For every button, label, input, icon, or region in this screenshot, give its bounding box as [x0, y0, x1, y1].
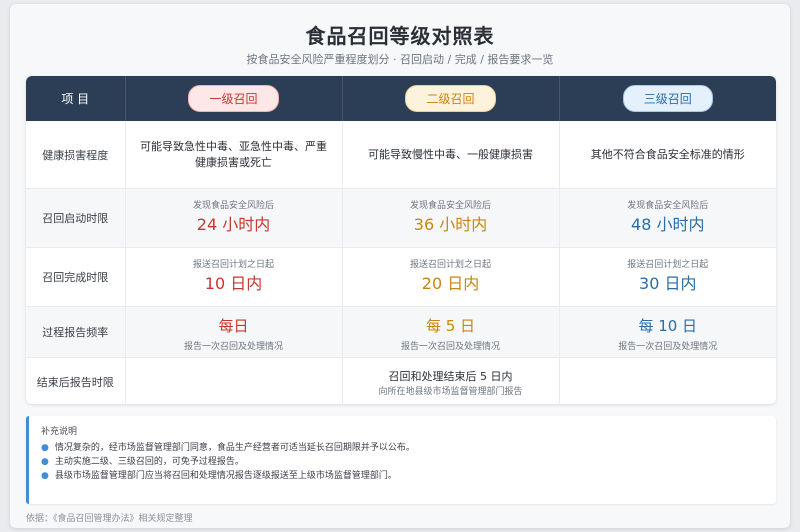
report-note: 报告一次召回及处理情况 — [618, 341, 718, 352]
start-level-2: 发现食品安全风险后 36 小时内 — [342, 188, 560, 248]
bullet-icon: ● — [41, 457, 49, 467]
recall-level-table: 项 目 一级召回 二级召回 三级召回 健康损害程度 可能导致急性中毒、亚急性中毒… — [26, 76, 776, 404]
start-value: 48 小时内 — [631, 214, 705, 234]
closing-value: 召回和处理结束后 5 日内 — [388, 369, 513, 383]
table-row-report: 过程报告频率 每日 报告一次召回及处理情况 每 5 日 报告一次召回及处理情况 … — [26, 306, 776, 358]
row-label-complete: 召回完成时限 — [26, 247, 126, 307]
list-item: ● 主动实施二级、三级召回的，可免予过程报告。 — [41, 457, 244, 467]
table-row-start: 召回启动时限 发现食品安全风险后 24 小时内 发现食品安全风险后 36 小时内… — [26, 188, 776, 248]
complete-level-3: 报送召回计划之日起 30 日内 — [559, 247, 776, 307]
complete-level-2: 报送召回计划之日起 20 日内 — [342, 247, 560, 307]
bullet-icon: ● — [41, 471, 49, 481]
start-note: 发现食品安全风险后 — [409, 200, 491, 211]
list-item: ● 情况复杂的，经市场监督管理部门同意，食品生产经营者可适当延长召回期限并予以公布… — [41, 443, 415, 453]
closing-level-3 — [559, 357, 776, 404]
comparison-table: 项 目 一级召回 二级召回 三级召回 健康损害程度 可能导致急性中毒、亚急性中毒… — [26, 76, 776, 404]
row-label-start: 召回启动时限 — [26, 188, 126, 248]
complete-note: 报送召回计划之日起 — [409, 259, 491, 270]
start-level-3: 发现食品安全风险后 48 小时内 — [559, 188, 776, 248]
report-level-1: 每日 报告一次召回及处理情况 — [125, 306, 343, 358]
report-note: 报告一次召回及处理情况 — [183, 341, 283, 352]
start-note: 发现食品安全风险后 — [627, 200, 709, 211]
table-row-health: 健康损害程度 可能导致急性中毒、亚急性中毒、严重健康损害或死亡 可能导致慢性中毒… — [26, 121, 776, 189]
report-value: 每 10 日 — [638, 316, 698, 335]
header-level-1: 一级召回 — [125, 76, 343, 121]
page-title: 食品召回等级对照表 — [305, 24, 495, 48]
complete-note: 报送召回计划之日起 — [627, 259, 709, 270]
row-label-closing: 结束后报告时限 — [26, 357, 126, 404]
row-label-report: 过程报告频率 — [26, 306, 126, 358]
notes-title: 补充说明 — [41, 427, 78, 437]
complete-note: 报送召回计划之日起 — [192, 259, 274, 270]
level-3-badge: 三级召回 — [622, 85, 713, 112]
source-footnote: 依据：《食品召回管理办法》相关规定整理 — [26, 514, 193, 524]
report-level-2: 每 5 日 报告一次召回及处理情况 — [342, 306, 560, 358]
complete-value: 30 日内 — [639, 273, 697, 293]
health-level-2: 可能导致慢性中毒、一般健康损害 — [342, 121, 560, 189]
start-value: 24 小时内 — [196, 214, 271, 234]
complete-value: 20 日内 — [421, 273, 480, 293]
health-level-3: 其他不符合食品安全标准的情形 — [559, 121, 776, 189]
header-level-2: 二级召回 — [342, 76, 560, 121]
report-value: 每日 — [218, 316, 249, 335]
complete-value: 10 日内 — [204, 273, 263, 293]
report-level-3: 每 10 日 报告一次召回及处理情况 — [559, 306, 776, 358]
level-1-badge: 一级召回 — [188, 85, 279, 112]
list-item: ● 县级市场监督管理部门应当将召回和处理情况报告逐级报送至上级市场监督管理部门。 — [41, 471, 397, 481]
report-note: 报告一次召回及处理情况 — [400, 341, 500, 352]
start-value: 36 小时内 — [413, 214, 488, 234]
notes-box: 补充说明 ● 情况复杂的，经市场监督管理部门同意，食品生产经营者可适当延长召回期限… — [26, 416, 776, 504]
document-page: 食品召回等级对照表 按食品安全风险严重程度划分 · 召回启动 / 完成 / 报告… — [10, 4, 790, 528]
table-row-complete: 召回完成时限 报送召回计划之日起 10 日内 报送召回计划之日起 20 日内 报… — [26, 247, 776, 307]
closing-level-2: 召回和处理结束后 5 日内 向所在地县级市场监督管理部门报告 — [342, 357, 560, 404]
start-level-1: 发现食品安全风险后 24 小时内 — [125, 188, 343, 248]
start-note: 发现食品安全风险后 — [192, 200, 274, 211]
closing-level-1 — [125, 357, 343, 404]
page-subtitle: 按食品安全风险严重程度划分 · 召回启动 / 完成 / 报告要求一览 — [246, 53, 554, 66]
header-item-label: 项 目 — [26, 76, 126, 121]
table-row-closing: 结束后报告时限 召回和处理结束后 5 日内 向所在地县级市场监督管理部门报告 — [26, 357, 776, 404]
health-level-1: 可能导致急性中毒、亚急性中毒、严重健康损害或死亡 — [125, 121, 343, 189]
header-level-3: 三级召回 — [559, 76, 776, 121]
level-2-badge: 二级召回 — [405, 85, 496, 112]
table-header-row: 项 目 一级召回 二级召回 三级召回 — [26, 76, 776, 121]
bullet-icon: ● — [41, 443, 49, 453]
complete-level-1: 报送召回计划之日起 10 日内 — [125, 247, 343, 307]
closing-note: 向所在地县级市场监督管理部门报告 — [378, 386, 523, 397]
row-label-health: 健康损害程度 — [26, 121, 126, 189]
report-value: 每 5 日 — [425, 316, 476, 335]
